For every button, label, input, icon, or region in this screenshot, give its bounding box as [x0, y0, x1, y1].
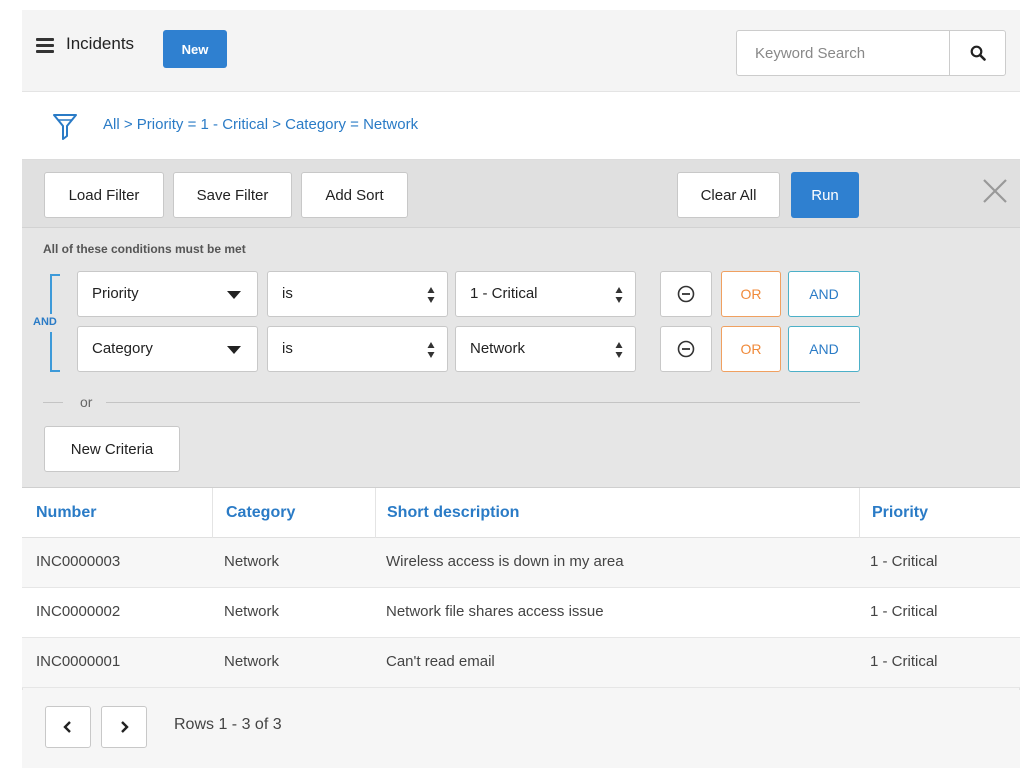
column-header-category[interactable]: Category: [226, 504, 295, 522]
pagination-footer: [22, 690, 1020, 768]
condition-field-select[interactable]: Category: [77, 326, 258, 372]
filter-toolbar: [22, 160, 1020, 228]
condition-value-select[interactable]: Network: [455, 326, 636, 372]
cell-number[interactable]: INC0000001: [36, 653, 120, 670]
next-page-button[interactable]: [101, 706, 147, 748]
cell-category: Network: [224, 603, 280, 620]
divider: [43, 402, 63, 403]
cell-category: Network: [224, 653, 280, 670]
sort-arrows-icon: [615, 342, 623, 358]
sort-arrows-icon: [427, 287, 435, 303]
add-sort-button[interactable]: Add Sort: [301, 172, 408, 218]
column-header-priority[interactable]: Priority: [872, 504, 928, 522]
breadcrumb[interactable]: All > Priority = 1 - Critical > Category…: [103, 116, 418, 133]
clear-all-button[interactable]: Clear All: [677, 172, 780, 218]
sort-arrows-icon: [615, 287, 623, 303]
column-header-number[interactable]: Number: [36, 504, 96, 522]
cell-short-description: Wireless access is down in my area: [386, 553, 624, 570]
condition-field-select[interactable]: Priority: [77, 271, 258, 317]
keyword-search: [736, 30, 1006, 76]
new-criteria-button[interactable]: New Criteria: [44, 426, 180, 472]
caret-down-icon: [227, 291, 241, 299]
or-separator: or: [80, 394, 93, 410]
and-button[interactable]: AND: [788, 271, 860, 317]
chevron-right-icon: [121, 721, 129, 733]
caret-down-icon: [227, 346, 241, 354]
cell-number[interactable]: INC0000002: [36, 603, 120, 620]
search-button[interactable]: [949, 31, 1006, 75]
chevron-left-icon: [63, 721, 71, 733]
condition-operator-select[interactable]: is: [267, 271, 448, 317]
previous-page-button[interactable]: [45, 706, 91, 748]
divider: [106, 402, 860, 403]
search-icon: [970, 45, 986, 61]
condition-operator-select[interactable]: is: [267, 326, 448, 372]
or-button[interactable]: OR: [721, 271, 781, 317]
minus-circle-icon: [677, 285, 695, 303]
cell-priority: 1 - Critical: [870, 653, 938, 670]
column-header-short-description[interactable]: Short description: [387, 504, 519, 522]
or-button[interactable]: OR: [721, 326, 781, 372]
remove-condition-button[interactable]: [660, 326, 712, 372]
page-title: Incidents: [66, 34, 135, 53]
rows-info: Rows 1 - 3 of 3: [174, 716, 282, 733]
keyword-search-input[interactable]: [737, 31, 949, 75]
condition-value-select[interactable]: 1 - Critical: [455, 271, 636, 317]
and-group-label: AND: [33, 316, 57, 328]
close-icon[interactable]: [980, 176, 1010, 206]
cell-number[interactable]: INC0000003: [36, 553, 120, 570]
cell-category: Network: [224, 553, 280, 570]
remove-condition-button[interactable]: [660, 271, 712, 317]
sort-arrows-icon: [427, 342, 435, 358]
table-header: [22, 488, 1020, 538]
hamburger-menu-icon[interactable]: [36, 38, 54, 53]
and-button[interactable]: AND: [788, 326, 860, 372]
save-filter-button[interactable]: Save Filter: [173, 172, 292, 218]
run-button[interactable]: Run: [791, 172, 859, 218]
filter-funnel-icon[interactable]: [52, 112, 78, 142]
load-filter-button[interactable]: Load Filter: [44, 172, 164, 218]
minus-circle-icon: [677, 340, 695, 358]
cell-short-description: Can't read email: [386, 653, 495, 670]
conditions-label: All of these conditions must be met: [43, 242, 246, 256]
cell-priority: 1 - Critical: [870, 603, 938, 620]
cell-short-description: Network file shares access issue: [386, 603, 604, 620]
cell-priority: 1 - Critical: [870, 553, 938, 570]
new-button[interactable]: New: [163, 30, 227, 68]
